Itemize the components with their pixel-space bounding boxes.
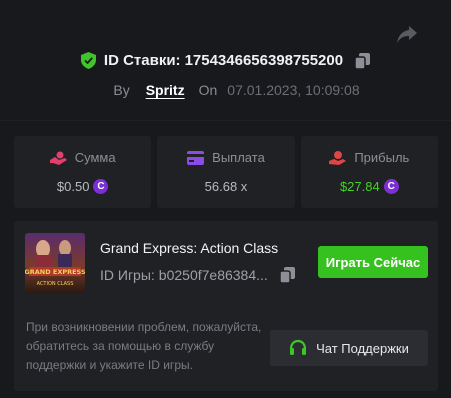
bet-id-label: ID Ставки: [103,52,181,69]
user-link[interactable]: Spritz [146,82,185,98]
stat-wager-value: $0.50 [56,179,90,194]
support-help-text: При возникновении проблем, пожалуйста, о… [26,320,262,372]
verified-shield-icon [80,52,96,69]
on-label: On [198,82,218,98]
stat-payout: Выплата 56.68 x [157,136,295,208]
support-chat-label: Чат Поддержки [316,340,409,356]
by-label: By [113,82,130,98]
stat-wager-label: Сумма [74,150,116,165]
stat-wager: Сумма $0.50 C [14,136,152,208]
support-chat-button[interactable]: Чат Поддержки [270,330,428,366]
game-id-label: ID Игры: [100,267,155,283]
bet-header: ID Ставки: 1754346656398755200 By Spritz… [0,52,451,98]
game-card: GRAND EXPRESS ACTION CLASS Grand Express… [14,221,438,391]
bet-id-line: ID Ставки: 1754346656398755200 [0,52,451,69]
coin-icon: C [383,179,399,194]
stat-payout-label: Выплата [212,150,265,165]
divider [0,120,451,121]
stat-profit-value: $27.84 [339,179,380,194]
stat-profit: Прибыль $27.84 C [300,136,438,208]
stat-payout-value: 56.68 x [204,179,248,194]
game-thumbnail[interactable]: GRAND EXPRESS ACTION CLASS [25,233,85,293]
game-title[interactable]: Grand Express: Action Class [100,240,278,256]
card-icon [187,150,205,165]
profit-icon [329,150,347,165]
thumbnail-title-text: GRAND EXPRESS [25,268,85,276]
thumbnail-subtitle-text: ACTION CLASS [37,281,74,287]
coin-icon: C [93,179,109,194]
stat-profit-label: Прибыль [354,150,410,165]
bet-meta-line: By Spritz On 07.01.2023, 10:09:08 [0,82,451,98]
headset-icon [289,339,307,357]
copy-icon[interactable] [279,267,295,283]
bet-date: 07.01.2023, 10:09:08 [227,82,360,98]
game-id-value: b0250f7e86384... [158,267,268,283]
wager-icon [49,151,67,165]
copy-icon[interactable] [355,52,371,69]
share-icon[interactable] [396,24,418,44]
play-now-button[interactable]: Играть Сейчас [318,246,428,278]
bet-id-value: 1754346656398755200 [184,52,344,69]
game-id: ID Игры: b0250f7e86384... [100,267,295,283]
stats-row: Сумма $0.50 C Выплата 56.68 x Прибыль $2… [14,136,438,208]
